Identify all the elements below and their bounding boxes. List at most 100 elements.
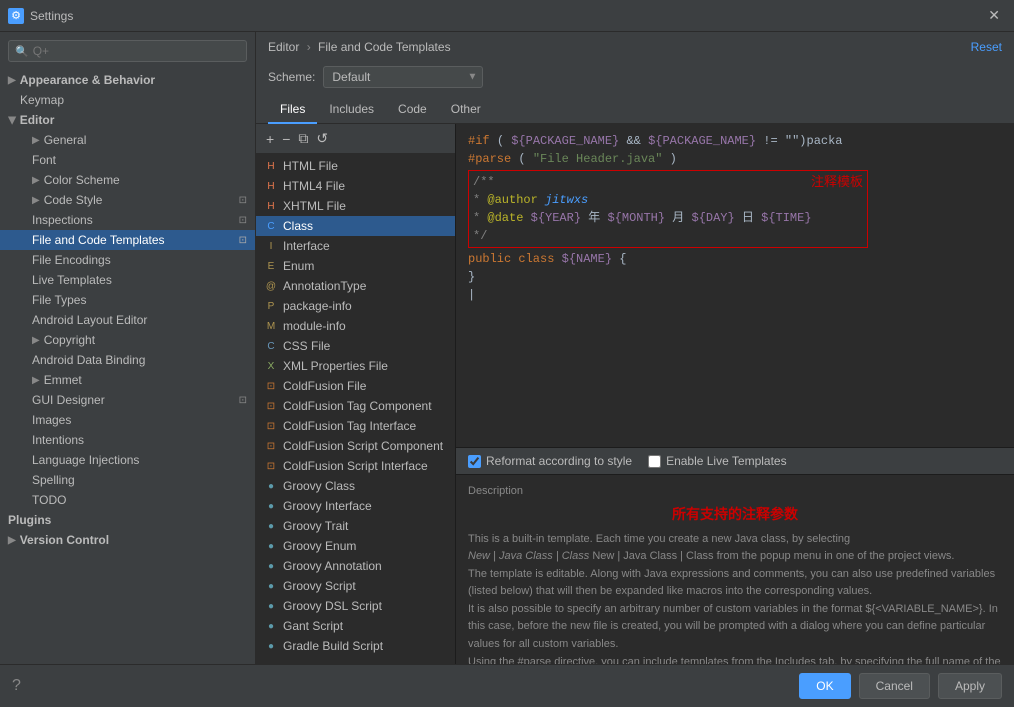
file-item-label: XML Properties File <box>283 359 388 373</box>
file-item-coldfusion[interactable]: ⊡ ColdFusion File <box>256 376 455 396</box>
tab-other[interactable]: Other <box>439 96 493 124</box>
sidebar-item-file-encodings[interactable]: File Encodings <box>0 250 255 270</box>
reformat-checkbox[interactable] <box>468 455 481 468</box>
live-templates-checkbox[interactable] <box>648 455 661 468</box>
arrow-icon: ▶ <box>6 116 17 124</box>
reset-button[interactable]: Reset <box>971 40 1002 54</box>
sidebar-item-lang-injections[interactable]: Language Injections <box>0 450 255 470</box>
file-item-groovyif[interactable]: ● Groovy Interface <box>256 496 455 516</box>
file-item-xhtml[interactable]: H XHTML File <box>256 196 455 216</box>
file-item-groovyclass[interactable]: ● Groovy Class <box>256 476 455 496</box>
sidebar-item-android-data[interactable]: Android Data Binding <box>0 350 255 370</box>
code-editor[interactable]: #if ( ${PACKAGE_NAME} && ${PACKAGE_NAME}… <box>456 124 1014 447</box>
sidebar-item-inspections[interactable]: Inspections ⊡ <box>0 210 255 230</box>
sidebar-item-gui-designer[interactable]: GUI Designer ⊡ <box>0 390 255 410</box>
sidebar-item-font[interactable]: Font <box>0 150 255 170</box>
help-icon[interactable]: ? <box>12 677 21 695</box>
file-item-label: Class <box>283 219 313 233</box>
file-item-label: Groovy Enum <box>283 539 356 553</box>
search-input[interactable] <box>33 44 240 58</box>
file-item-html4[interactable]: H HTML4 File <box>256 176 455 196</box>
code-line-6: */ <box>473 227 863 245</box>
sidebar-item-copyright[interactable]: ▶ Copyright <box>0 330 255 350</box>
sidebar-item-keymap[interactable]: Keymap <box>0 90 255 110</box>
sidebar-item-emmet[interactable]: ▶ Emmet <box>0 370 255 390</box>
class-icon: C <box>264 219 278 233</box>
window-title: Settings <box>30 9 982 23</box>
ok-button[interactable]: OK <box>799 673 850 699</box>
badge-icon: ⊡ <box>239 395 247 406</box>
groovy-icon: ● <box>264 559 278 573</box>
copy-button[interactable]: ⧉ <box>294 128 312 149</box>
file-item-xml[interactable]: X XML Properties File <box>256 356 455 376</box>
file-list-toolbar: + − ⧉ ↺ <box>256 124 455 154</box>
file-item-css[interactable]: C CSS File <box>256 336 455 356</box>
cf-icon: ⊡ <box>264 459 278 473</box>
sidebar-item-file-code-templates[interactable]: File and Code Templates ⊡ <box>0 230 255 250</box>
sidebar-item-version-control[interactable]: ▶ Version Control <box>0 530 255 550</box>
sidebar-item-android-layout[interactable]: Android Layout Editor <box>0 310 255 330</box>
sidebar-item-code-style[interactable]: ▶ Code Style ⊡ <box>0 190 255 210</box>
groovy-icon: ● <box>264 579 278 593</box>
file-item-label: Groovy Script <box>283 579 356 593</box>
live-templates-checkbox-label[interactable]: Enable Live Templates <box>648 454 787 468</box>
file-item-class[interactable]: C Class <box>256 216 455 236</box>
sidebar-item-intentions[interactable]: Intentions <box>0 430 255 450</box>
java-icon: @ <box>264 279 278 293</box>
scheme-select[interactable]: Default <box>323 66 483 88</box>
close-button[interactable]: ✕ <box>982 5 1006 26</box>
sidebar-item-todo[interactable]: TODO <box>0 490 255 510</box>
file-item-cfscriptif[interactable]: ⊡ ColdFusion Script Interface <box>256 456 455 476</box>
file-item-gradle[interactable]: ● Gradle Build Script <box>256 636 455 656</box>
code-line-5: * @date ${YEAR} 年 ${MONTH} 月 ${DAY} 日 ${… <box>473 209 863 227</box>
file-item-annotation[interactable]: @ AnnotationType <box>256 276 455 296</box>
file-item-package[interactable]: P package-info <box>256 296 455 316</box>
cancel-button[interactable]: Cancel <box>859 673 930 699</box>
file-item-groovydsl[interactable]: ● Groovy DSL Script <box>256 596 455 616</box>
sidebar-item-images[interactable]: Images <box>0 410 255 430</box>
file-item-label: package-info <box>283 299 352 313</box>
sidebar-item-plugins[interactable]: Plugins <box>0 510 255 530</box>
content-area: 🔍 ▶ Appearance & Behavior Keymap ▶ Edito… <box>0 32 1014 664</box>
file-item-groovyscript[interactable]: ● Groovy Script <box>256 576 455 596</box>
file-item-groovytrait[interactable]: ● Groovy Trait <box>256 516 455 536</box>
file-item-label: Groovy Trait <box>283 519 348 533</box>
remove-button[interactable]: − <box>278 129 294 149</box>
sidebar-item-editor[interactable]: ▶ Editor <box>0 110 255 130</box>
sidebar-item-color-scheme[interactable]: ▶ Color Scheme <box>0 170 255 190</box>
code-line-3: /** <box>473 173 863 191</box>
apply-button[interactable]: Apply <box>938 673 1002 699</box>
sidebar-item-spelling[interactable]: Spelling <box>0 470 255 490</box>
tab-code[interactable]: Code <box>386 96 439 124</box>
file-item-groovyenum[interactable]: ● Groovy Enum <box>256 536 455 556</box>
description-label: Description <box>468 483 1002 500</box>
java-icon: P <box>264 299 278 313</box>
file-item-groovyanno[interactable]: ● Groovy Annotation <box>256 556 455 576</box>
file-item-enum[interactable]: E Enum <box>256 256 455 276</box>
cf-icon: ⊡ <box>264 379 278 393</box>
file-item-module[interactable]: M module-info <box>256 316 455 336</box>
sidebar-item-general[interactable]: ▶ General <box>0 130 255 150</box>
file-item-cftag[interactable]: ⊡ ColdFusion Tag Component <box>256 396 455 416</box>
file-item-interface[interactable]: I Interface <box>256 236 455 256</box>
xml-icon: X <box>264 359 278 373</box>
reformat-checkbox-label[interactable]: Reformat according to style <box>468 454 632 468</box>
app-icon: ⚙ <box>8 8 24 24</box>
reset-list-button[interactable]: ↺ <box>312 128 332 149</box>
sidebar-item-live-templates[interactable]: Live Templates <box>0 270 255 290</box>
sidebar-item-appearance[interactable]: ▶ Appearance & Behavior <box>0 70 255 90</box>
sidebar-item-file-types[interactable]: File Types <box>0 290 255 310</box>
file-item-cfscript[interactable]: ⊡ ColdFusion Script Component <box>256 436 455 456</box>
file-item-cftagif[interactable]: ⊡ ColdFusion Tag Interface <box>256 416 455 436</box>
tab-includes[interactable]: Includes <box>317 96 386 124</box>
add-button[interactable]: + <box>262 129 278 149</box>
breadcrumb-bar: Editor › File and Code Templates Reset <box>256 32 1014 62</box>
code-line-8: } <box>468 268 1002 286</box>
file-item-gant[interactable]: ● Gant Script <box>256 616 455 636</box>
scheme-label: Scheme: <box>268 70 315 84</box>
tab-bar: Files Includes Code Other <box>256 96 1014 124</box>
file-item-html[interactable]: H HTML File <box>256 156 455 176</box>
search-box[interactable]: 🔍 <box>8 40 247 62</box>
arrow-icon: ▶ <box>32 195 40 206</box>
tab-files[interactable]: Files <box>268 96 317 124</box>
